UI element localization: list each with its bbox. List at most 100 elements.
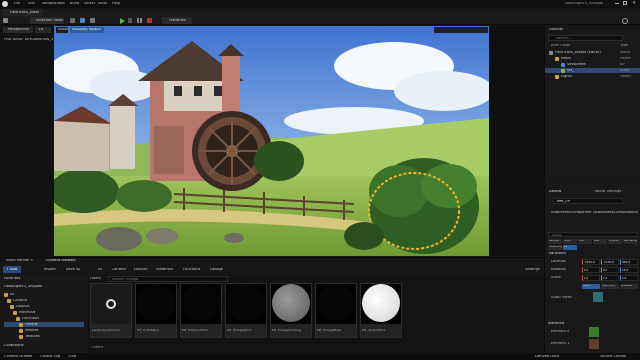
asset-tile[interactable]: MF_VertexWind <box>360 283 402 338</box>
component-entry[interactable]: StaticMeshComponent (StaticMeshComponent… <box>551 211 639 215</box>
location-field[interactable]: 420.0 <box>620 259 638 265</box>
project-tab[interactable]: FieldTrack_Asset <box>3 9 43 16</box>
element0-thumbnail[interactable] <box>589 327 599 337</box>
pause-icon[interactable] <box>137 18 142 23</box>
breadcrumb-item[interactable]: Materials <box>156 268 172 272</box>
play-options-icon[interactable] <box>128 18 132 23</box>
show-button[interactable]: Show <box>56 27 68 33</box>
breadcrumb-item[interactable]: Functions <box>183 268 200 272</box>
filter-tab-lod[interactable]: LOD <box>578 239 592 244</box>
cmd-button[interactable]: Cmd <box>68 355 76 359</box>
stop-icon[interactable] <box>147 18 152 23</box>
details-tab[interactable]: Details <box>549 190 561 194</box>
add-content-icon[interactable] <box>70 18 75 23</box>
menu-item-tools[interactable]: Tools <box>56 2 65 6</box>
menu-item-select[interactable]: Select <box>84 2 95 6</box>
asset-tile[interactable]: Landscape/Normal <box>90 283 132 338</box>
menu-item-build[interactable]: Build <box>70 2 79 6</box>
outliner-row[interactable]: Reset Folder <box>545 56 640 61</box>
menu-item-edit[interactable]: Edit <box>28 2 35 6</box>
folder-tree-item[interactable]: Meshes <box>4 328 84 333</box>
outliner-row[interactable]: Skysphere BP <box>545 62 640 67</box>
close-icon[interactable]: × <box>632 1 636 6</box>
details-search[interactable]: Search <box>548 232 638 237</box>
filter-tab-physics[interactable]: Physics <box>608 239 622 244</box>
menu-item-file[interactable]: File <box>14 2 20 6</box>
blueprints-icon[interactable] <box>80 18 85 23</box>
breadcrumb-item[interactable]: All <box>98 268 102 272</box>
asset-tile[interactable]: MF_FoliageShading <box>270 283 312 338</box>
breadcrumb-item[interactable]: Content <box>112 268 126 272</box>
cb-settings-button[interactable]: Settings <box>525 268 540 272</box>
folder-tree-item[interactable]: Content <box>4 298 84 303</box>
import-button[interactable]: Import <box>44 268 56 272</box>
collections-label[interactable]: Collections <box>4 344 24 348</box>
breadcrumb-item[interactable]: LostAnt <box>134 268 148 272</box>
rotation-field[interactable]: 0.0 <box>582 267 600 273</box>
cinematics-icon[interactable] <box>90 18 95 23</box>
maximize-icon[interactable] <box>623 1 627 5</box>
scale-field[interactable]: 1.0 <box>620 275 638 281</box>
asset-search[interactable]: Search Foliage <box>108 276 228 282</box>
mobility-static[interactable]: Static <box>582 284 600 289</box>
filter-tab-misc[interactable]: Misc <box>593 239 607 244</box>
folder-tree-item[interactable]: Functions <box>4 316 84 321</box>
location-field[interactable]: -3240.0 <box>582 259 600 265</box>
output-log-button[interactable]: Output Log <box>40 355 60 359</box>
asset-tile[interactable]: MF_DistanceFade <box>180 283 222 338</box>
rotation-field[interactable]: 0.0 <box>601 267 619 273</box>
settings-icon[interactable] <box>622 18 628 24</box>
world-settings-tab[interactable]: World Settings <box>595 190 621 194</box>
menu-item-help[interactable]: Help <box>112 2 120 6</box>
breadcrumb-item[interactable]: Foliage <box>210 268 223 272</box>
folder-tree-item[interactable]: Foliage <box>4 322 84 327</box>
tab-content-browser[interactable]: Content Browser <box>46 259 76 263</box>
minimize-icon[interactable] <box>615 3 619 4</box>
asset-tile[interactable]: MF_FoliageWind <box>225 283 267 338</box>
level-viewport[interactable]: Show Scalability: Medium <box>54 26 489 256</box>
source-control-button[interactable]: Source Control <box>600 355 626 359</box>
materials-section[interactable]: Materials <box>548 322 564 326</box>
mobility-stationary[interactable]: Stationary <box>601 284 619 289</box>
derived-data-button[interactable]: Derived Data <box>535 355 559 359</box>
tab-niora-render[interactable]: Niora Render S <box>6 259 33 263</box>
actor-name-field[interactable]: Tree_09 <box>553 198 623 204</box>
filter-tab-actor[interactable]: Actor <box>563 239 577 244</box>
outliner-row[interactable]: SM_ Static <box>545 68 640 73</box>
static-mesh-thumbnail[interactable] <box>593 292 603 302</box>
favorites-label[interactable]: Favorites <box>4 277 20 281</box>
lit-button[interactable]: Lit <box>35 27 51 33</box>
selection-mode-dropdown[interactable]: Selection Mode <box>30 17 64 24</box>
element1-thumbnail[interactable] <box>589 339 599 349</box>
add-button[interactable]: + Add <box>3 266 21 273</box>
perspective-button[interactable]: Perspective <box>3 27 33 33</box>
menu-item-actor[interactable]: Actor <box>98 2 107 6</box>
folder-tree-item[interactable]: All <box>4 292 84 297</box>
content-drawer-button[interactable]: Content Drawer <box>4 355 33 359</box>
asset-tile[interactable]: MF_ColorBlend <box>135 283 177 338</box>
scale-field[interactable]: 1.0 <box>601 275 619 281</box>
outliner-row[interactable]: Lights Folder <box>545 74 640 79</box>
project-root-label[interactable]: LowAngleV3_Shipped <box>4 285 42 289</box>
filter-tab-all[interactable]: All <box>563 245 577 250</box>
asset-tile[interactable]: MF_FoliageMask <box>315 283 357 338</box>
filters-button[interactable]: Filters <box>90 277 101 281</box>
outliner-row[interactable]: FieldTrack_Assets (Editor) World <box>545 50 640 55</box>
save-icon[interactable] <box>3 18 8 23</box>
folder-tree-item[interactable]: LostAnt <box>4 304 84 309</box>
filter-tab-rendering[interactable]: Rendering <box>623 239 637 244</box>
scalability-badge[interactable]: Scalability: Medium <box>70 27 104 33</box>
location-field[interactable]: -2100.0 <box>601 259 619 265</box>
folder-tree-item[interactable]: Materials <box>4 310 84 315</box>
play-icon[interactable] <box>120 18 125 24</box>
filter-tab-general[interactable]: General <box>548 239 562 244</box>
scale-field[interactable]: 1.0 <box>582 275 600 281</box>
transform-section[interactable]: Transform <box>548 252 566 256</box>
rotation-field[interactable]: 15.0 <box>620 267 638 273</box>
outliner-search[interactable]: Search... <box>548 35 623 41</box>
outliner-tab[interactable]: Outliner <box>549 28 563 32</box>
folder-tree-item[interactable]: Textures <box>4 334 84 339</box>
menu-item-window[interactable]: Window <box>42 2 56 6</box>
platforms-dropdown[interactable]: Platforms <box>162 17 192 24</box>
save-all-button[interactable]: Save All <box>66 268 80 272</box>
